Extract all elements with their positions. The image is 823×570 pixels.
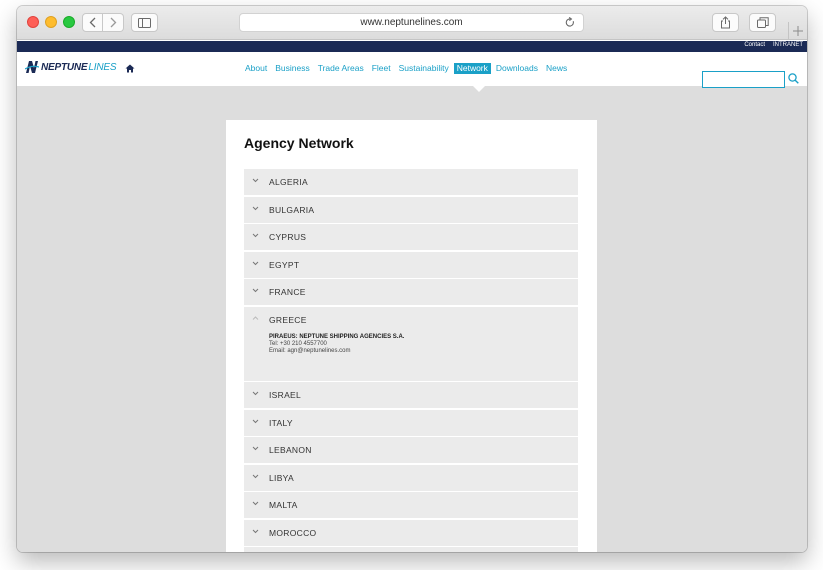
accordion-item-algeria[interactable]: ALGERIA xyxy=(244,169,578,195)
chevron-down-icon xyxy=(252,288,259,293)
accordion-item-israel[interactable]: ISRAEL xyxy=(244,382,578,408)
nav-trade-areas[interactable]: Trade Areas xyxy=(315,63,367,74)
contact-link[interactable]: Contact xyxy=(744,42,765,48)
agency-email[interactable]: Email: agn@neptunelines.com xyxy=(269,348,404,354)
neptune-logo-icon xyxy=(25,61,39,73)
accordion-label: ALGERIA xyxy=(269,177,308,187)
reload-icon[interactable] xyxy=(565,17,575,28)
page-title: Agency Network xyxy=(244,135,354,151)
plus-icon xyxy=(793,26,803,36)
accordion-item-italy[interactable]: ITALY xyxy=(244,409,578,436)
chevron-down-icon xyxy=(252,391,259,396)
chevron-left-icon xyxy=(89,17,96,28)
accordion-item-egypt[interactable]: EGYPT xyxy=(244,251,578,278)
sidebar-toggle-button[interactable] xyxy=(131,13,158,32)
agency-details: PIRAEUS: NEPTUNE SHIPPING AGENCIES S.A. T… xyxy=(269,334,404,354)
new-tab-button[interactable] xyxy=(788,22,807,40)
agency-phone: Tel: +30 210 4557700 xyxy=(269,340,327,347)
share-icon xyxy=(721,16,730,29)
nav-sustainability[interactable]: Sustainability xyxy=(396,63,452,74)
chevron-down-icon xyxy=(252,206,259,210)
browser-titlebar: www.neptunelines.com xyxy=(17,6,807,40)
accordion-label: MALTA xyxy=(269,500,298,510)
top-utility-bar: Contact INTRANET xyxy=(17,41,807,52)
accordion-label: FRANCE xyxy=(269,287,306,297)
chevron-up-icon xyxy=(252,315,259,320)
accordion-item-lebanon[interactable]: LEBANON xyxy=(244,437,578,463)
browser-window: www.neptunelines.com Contact INTRANET NE… xyxy=(17,6,807,552)
zoom-window-button[interactable] xyxy=(63,16,75,28)
share-button[interactable] xyxy=(712,13,739,32)
close-window-button[interactable] xyxy=(27,16,39,28)
accordion-label: BULGARIA xyxy=(269,204,315,215)
accordion-item-cyprus[interactable]: CYPRUS xyxy=(244,224,578,250)
accordion-item-romania[interactable]: ROMANIA xyxy=(244,547,578,552)
content-panel: Agency Network ALGERIA BULGARIA CYPRUS EGYP… xyxy=(226,120,597,552)
chevron-down-icon xyxy=(252,233,259,238)
accordion-item-libya[interactable]: LIBYA xyxy=(244,464,578,491)
accordion-label: LIBYA xyxy=(269,472,294,483)
url-text: www.neptunelines.com xyxy=(360,17,463,28)
accordion-item-morocco[interactable]: MOROCCO xyxy=(244,519,578,546)
chevron-down-icon xyxy=(252,446,259,451)
chevron-down-icon xyxy=(252,474,259,478)
accordion-label: GREECE xyxy=(269,314,307,325)
search-input[interactable] xyxy=(702,71,785,88)
search-icon[interactable] xyxy=(788,73,799,84)
tab-overview-button[interactable] xyxy=(749,13,776,32)
home-icon[interactable] xyxy=(125,64,135,73)
chevron-down-icon xyxy=(252,261,259,265)
address-bar[interactable]: www.neptunelines.com xyxy=(239,13,584,32)
accordion-item-france[interactable]: FRANCE xyxy=(244,279,578,305)
logo-text-lines: LINES xyxy=(88,61,117,73)
country-accordion: ALGERIA BULGARIA CYPRUS EGYPT FRANCE GREECE PI… xyxy=(244,169,578,552)
logo-text-neptune: NEPTUNE xyxy=(41,61,88,73)
agency-name: PIRAEUS: NEPTUNE SHIPPING AGENCIES S.A. xyxy=(269,333,405,340)
chevron-down-icon xyxy=(252,501,259,506)
accordion-label: MOROCCO xyxy=(269,527,317,538)
chevron-down-icon xyxy=(252,419,259,423)
forward-button[interactable] xyxy=(103,13,124,32)
minimize-window-button[interactable] xyxy=(45,16,57,28)
nav-news[interactable]: News xyxy=(543,63,570,74)
site-header: NEPTUNE LINES About Business Trade Areas… xyxy=(17,52,807,88)
accordion-label: ITALY xyxy=(269,417,293,428)
accordion-item-bulgaria[interactable]: BULGARIA xyxy=(244,196,578,223)
nav-fleet[interactable]: Fleet xyxy=(369,63,394,74)
sidebar-icon xyxy=(138,17,151,28)
accordion-item-greece[interactable]: GREECE PIRAEUS: NEPTUNE SHIPPING AGENCIES… xyxy=(244,306,578,381)
intranet-link[interactable]: INTRANET xyxy=(773,42,803,48)
chevron-down-icon xyxy=(252,178,259,183)
accordion-label: LEBANON xyxy=(269,445,312,455)
nav-network[interactable]: Network xyxy=(453,63,491,74)
web-page: Contact INTRANET NEPTUNE LINES About Bus… xyxy=(17,41,807,552)
accordion-label: ISRAEL xyxy=(269,390,302,400)
back-button[interactable] xyxy=(82,13,103,32)
active-nav-pointer xyxy=(473,86,485,92)
nav-downloads[interactable]: Downloads xyxy=(493,63,541,74)
main-nav: About Business Trade Areas Fleet Sustain… xyxy=(242,63,572,74)
accordion-label: EGYPT xyxy=(269,259,300,270)
site-logo[interactable]: NEPTUNE LINES xyxy=(25,60,116,74)
accordion-item-malta[interactable]: MALTA xyxy=(244,492,578,518)
nav-about[interactable]: About xyxy=(242,63,270,74)
nav-business[interactable]: Business xyxy=(272,63,313,74)
chevron-down-icon xyxy=(252,529,259,533)
tab-overview-icon xyxy=(756,17,769,28)
accordion-label: CYPRUS xyxy=(269,232,307,242)
chevron-right-icon xyxy=(110,17,116,28)
